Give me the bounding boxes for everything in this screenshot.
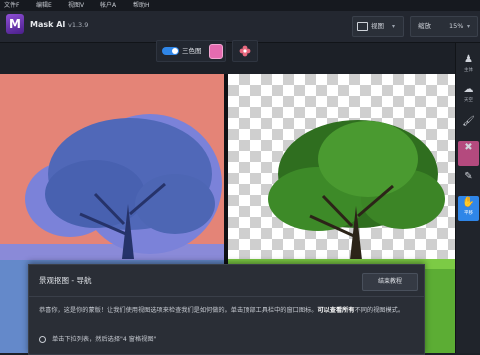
tool-brush[interactable]: 🖌 <box>458 115 479 140</box>
flower-icon <box>239 45 251 57</box>
step-circle-icon <box>39 335 46 343</box>
dialog-body-text: 恭喜你，这是你的蒙版！让我们使用视图选项来检查我们是如何做的。单击顶部工具栏中的… <box>39 307 318 314</box>
app-logo: M <box>6 14 24 34</box>
dialog-body: 恭喜你，这是你的蒙版！让我们使用视图选项来检查我们是如何做的。单击顶部工具栏中的… <box>39 306 417 316</box>
app-name: Mask AI <box>30 20 66 29</box>
tutorial-dialog: 景观抠图 - 导航 结束教程 恭喜你，这是你的蒙版！让我们使用视图选项来检查我们… <box>28 264 425 355</box>
view-dropdown[interactable]: 视图 ▾ <box>352 16 404 37</box>
window-icon <box>357 22 368 31</box>
menu-edit[interactable]: 编辑E <box>36 0 52 11</box>
tool-sky-label: 天空 <box>464 98 473 103</box>
overlay-color-button[interactable] <box>232 40 258 62</box>
menu-bar: 文件F 编辑E 视图V 帐户A 帮助H <box>0 0 480 11</box>
trimap-color-swatch[interactable] <box>209 44 223 59</box>
tutorial-step: 单击下拉列表，然后选择"4 窗格视图" <box>39 334 156 343</box>
zoom-label: 缩放 <box>418 22 431 30</box>
title-bar: M Mask AI v1.3.9 视图 ▾ 缩放 15% ▾ <box>0 11 480 43</box>
tool-sky[interactable]: ☁ 天空 <box>458 83 479 108</box>
tool-color[interactable]: ✖ <box>458 141 479 166</box>
chevron-down-icon: ▾ <box>392 23 396 30</box>
view-label: 视图 <box>371 22 384 30</box>
zoom-dropdown[interactable]: 缩放 15% ▾ <box>410 16 478 37</box>
pipette-icon: ✎ <box>464 171 473 182</box>
tool-strip: ♟ 主体 ☁ 天空 🖌 ✖ ✎ ✋ 平移 <box>455 43 480 353</box>
trimap-label: 三色图 <box>182 47 202 55</box>
dialog-body-bold: 可以查看所有 <box>317 307 355 314</box>
tool-keep-label: 主体 <box>464 68 473 73</box>
trimap-toggle[interactable] <box>162 47 179 55</box>
hand-icon: ✋ <box>462 197 475 208</box>
eraser-icon: ✖ <box>464 142 473 153</box>
end-tutorial-button[interactable]: 结束教程 <box>362 273 418 291</box>
tool-pan-label: 平移 <box>464 211 473 216</box>
dialog-divider <box>29 296 424 297</box>
zoom-value: 15% <box>449 22 464 30</box>
tool-pipette[interactable]: ✎ <box>458 170 479 195</box>
menu-account[interactable]: 帐户A <box>100 0 116 11</box>
person-icon: ♟ <box>464 54 473 65</box>
chevron-down-icon: ▾ <box>467 23 471 30</box>
menu-help[interactable]: 帮助H <box>133 0 150 11</box>
trimap-toggle-group: 三色图 <box>156 40 226 62</box>
cloud-icon: ☁ <box>463 84 474 95</box>
menu-file[interactable]: 文件F <box>4 0 19 11</box>
tool-keep[interactable]: ♟ 主体 <box>458 53 479 78</box>
tool-pan[interactable]: ✋ 平移 <box>458 196 479 221</box>
dialog-body-tail: 不同的视图模式。 <box>354 307 405 314</box>
dialog-title: 景观抠图 - 导航 <box>39 276 92 285</box>
step-text: 单击下拉列表，然后选择"4 窗格视图" <box>52 336 157 343</box>
app-version: v1.3.9 <box>68 21 89 29</box>
menu-view[interactable]: 视图V <box>68 0 84 11</box>
brush-icon: 🖌 <box>462 116 475 127</box>
